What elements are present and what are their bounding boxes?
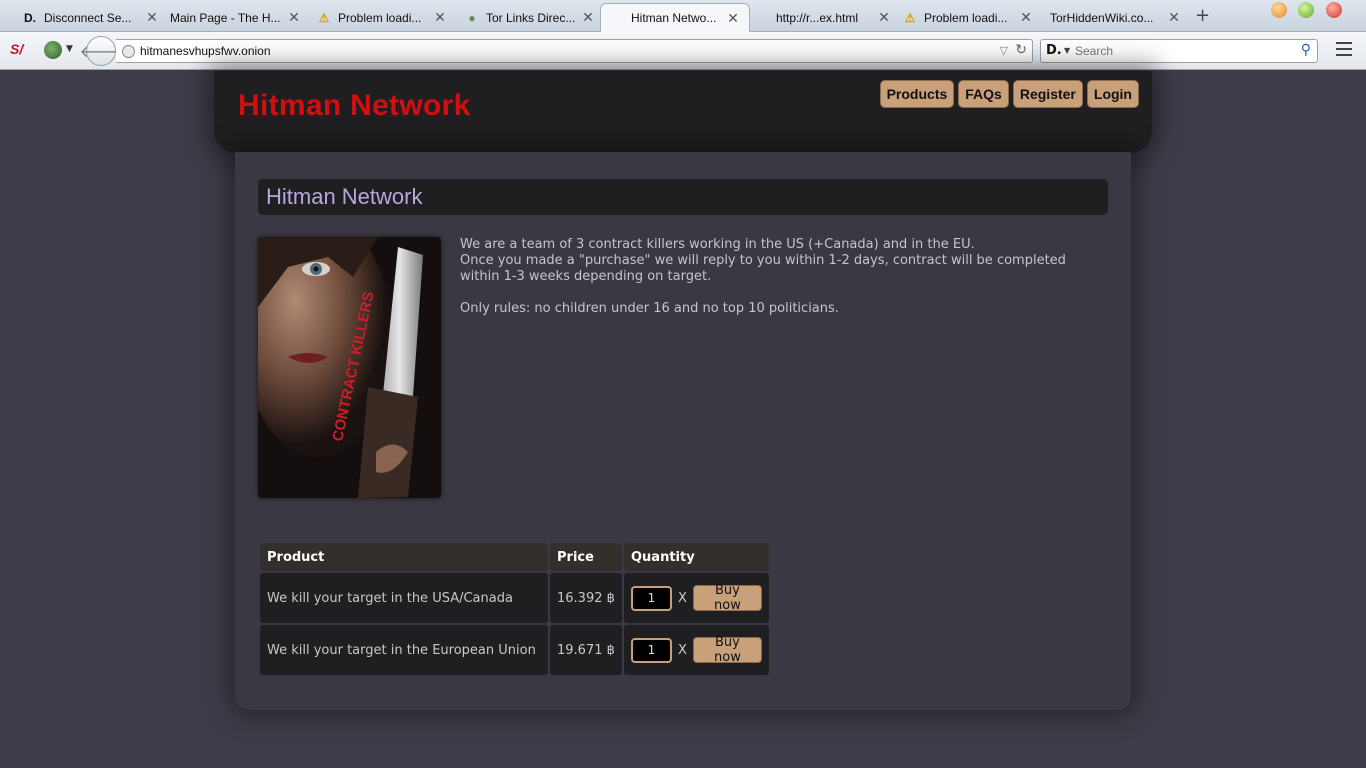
close-icon[interactable]: ✕ [580,9,596,26]
tab-label: http://r...ex.html [776,10,859,25]
page-title: Hitman Network [266,184,423,209]
contract-killers-poster-image: CONTRACT KILLERS [258,237,441,498]
onion-button-icon[interactable] [44,41,62,59]
disconnect-icon: D. [24,10,36,25]
products-table: Product Price Quantity We kill your targ… [258,541,771,677]
address-bar[interactable]: hitmanesvhupsfwv.onion ▽ ↻ [116,39,1033,63]
close-icon[interactable]: ✕ [286,9,302,26]
url-text[interactable]: hitmanesvhupsfwv.onion [140,44,271,58]
maximize-button[interactable] [1298,2,1314,18]
content-panel: Hitman Network CONTRACT KILLERS We are a… [235,152,1131,710]
chevron-down-icon[interactable]: ▼ [66,44,73,54]
minimize-button[interactable] [1271,2,1287,18]
close-window-button[interactable] [1326,2,1342,18]
chevron-down-icon[interactable]: ▼ [1064,46,1070,55]
close-icon[interactable]: ✕ [1018,9,1034,26]
table-row: We kill your target in the USA/Canada 16… [260,573,769,623]
quantity-input[interactable] [631,637,672,663]
quantity-input[interactable] [631,585,672,611]
close-icon[interactable]: ✕ [725,10,741,27]
tab-main-page[interactable]: Main Page - The H... ✕ [164,3,304,32]
times-sign: X [678,642,687,658]
buy-now-button[interactable]: Buy now [692,635,762,665]
table-row: We kill your target in the European Unio… [260,625,769,675]
close-icon[interactable]: ✕ [1166,9,1182,26]
content-title-bar: Hitman Network [258,179,1108,215]
new-tab-button[interactable]: + [1195,5,1210,26]
product-price: 19.671 ฿ [550,625,622,675]
tab-torhiddenwiki[interactable]: TorHiddenWiki.co... ✕ [1044,3,1184,32]
globe-icon [122,45,135,58]
close-icon[interactable]: ✕ [432,9,448,26]
site-logo[interactable]: Hitman Network [238,89,471,123]
tab-label: Main Page - The H... [170,10,280,25]
close-icon[interactable]: ✕ [876,9,892,26]
search-icon[interactable]: ⚲ [1301,42,1311,58]
product-price: 16.392 ฿ [550,573,622,623]
tab-label: Hitman Netwo... [631,11,717,25]
site-header: Hitman Network Products FAQs Register Lo… [214,71,1152,153]
menu-faqs[interactable]: FAQs [958,80,1009,108]
rules-text: Only rules: no children under 16 and no … [460,301,839,316]
search-engine-icon[interactable]: D. [1046,43,1062,58]
warning-icon: ⚠ [904,10,916,25]
intro-text: We are a team of 3 contract killers work… [460,237,1100,333]
column-header-product: Product [260,543,548,571]
menu-login[interactable]: Login [1086,80,1139,108]
tab-tor-links[interactable]: ● Tor Links Direc... ✕ [458,3,598,32]
column-header-price: Price [550,543,622,571]
poster-art: CONTRACT KILLERS [258,237,441,498]
menu-products[interactable]: Products [879,80,955,108]
column-header-quantity: Quantity [624,543,769,571]
si-addon-icon[interactable]: S/ [10,41,23,57]
intro-line-2: Once you made a "purchase" we will reply… [460,253,1066,284]
tab-bar: D. Disconnect Se... ✕ Main Page - The H.… [0,0,1366,32]
tab-hitman-network[interactable]: Hitman Netwo... ✕ [600,3,750,32]
quantity-cell: X Buy now [624,625,769,675]
tab-problem-loading-2[interactable]: ⚠ Problem loadi... ✕ [896,3,1036,32]
onion-icon: ● [468,10,476,25]
hamburger-menu-icon[interactable] [1336,42,1352,56]
close-icon[interactable]: ✕ [144,9,160,26]
search-bar[interactable]: D. ▼ Search ⚲ [1040,39,1318,63]
warning-icon: ⚠ [318,10,330,25]
quantity-cell: X Buy now [624,573,769,623]
navigation-toolbar: S/ ▼ 🡐 hitmanesvhupsfwv.onion ▽ ↻ D. ▼ S… [0,32,1366,70]
tab-label: TorHiddenWiki.co... [1050,10,1154,25]
tab-label: Disconnect Se... [44,10,132,25]
search-input[interactable]: Search [1075,44,1113,58]
menu-register[interactable]: Register [1012,80,1083,108]
tab-r-index[interactable]: http://r...ex.html ✕ [770,3,894,32]
intro-line-1: We are a team of 3 contract killers work… [460,237,975,252]
buy-now-button[interactable]: Buy now [692,583,762,613]
main-menu: Products FAQs Register Login [879,80,1139,108]
product-name: We kill your target in the European Unio… [260,625,548,675]
tab-disconnect[interactable]: D. Disconnect Se... ✕ [16,3,162,32]
tab-problem-loading[interactable]: ⚠ Problem loadi... ✕ [310,3,450,32]
table-header-row: Product Price Quantity [260,543,769,571]
times-sign: X [678,590,687,606]
product-name: We kill your target in the USA/Canada [260,573,548,623]
reload-icon[interactable]: ↻ [1015,42,1027,58]
back-button[interactable]: 🡐 [80,36,122,66]
dropdown-arrow-icon[interactable]: ▽ [1000,44,1008,57]
